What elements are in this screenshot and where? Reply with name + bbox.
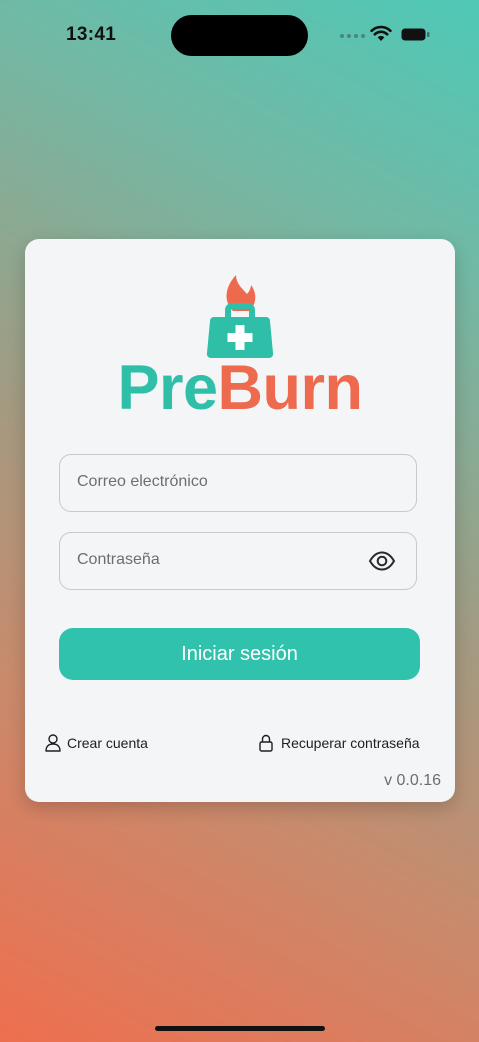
lock-icon <box>259 734 273 752</box>
dynamic-island <box>171 15 308 56</box>
wifi-icon <box>370 25 392 41</box>
email-field[interactable]: Correo electrónico <box>59 454 417 512</box>
home-indicator[interactable] <box>155 1026 325 1031</box>
signal-icon <box>340 34 366 40</box>
login-card: PreBurn Correo electrónico Contraseña In… <box>25 239 455 802</box>
eye-icon[interactable] <box>368 550 396 572</box>
password-field[interactable]: Contraseña <box>59 532 417 590</box>
status-time: 13:41 <box>66 24 117 45</box>
battery-icon <box>401 28 430 41</box>
recover-password-link[interactable]: Recuperar contraseña <box>259 733 449 753</box>
user-icon <box>45 734 61 752</box>
password-placeholder: Contraseña <box>77 551 160 568</box>
app-version: v 0.0.16 <box>384 772 441 789</box>
brand-logo-text: PreBurn <box>25 357 455 420</box>
create-account-link[interactable]: Crear cuenta <box>45 733 185 753</box>
login-button[interactable]: Iniciar sesión <box>59 628 420 680</box>
medical-bag-flame-icon <box>206 275 274 358</box>
brand-name-burn: Burn <box>217 353 363 423</box>
brand-name-pre: Pre <box>117 353 218 423</box>
create-account-label: Crear cuenta <box>67 735 148 751</box>
status-bar: 13:41 <box>0 0 479 70</box>
email-placeholder: Correo electrónico <box>77 473 208 490</box>
recover-password-label: Recuperar contraseña <box>281 735 420 751</box>
